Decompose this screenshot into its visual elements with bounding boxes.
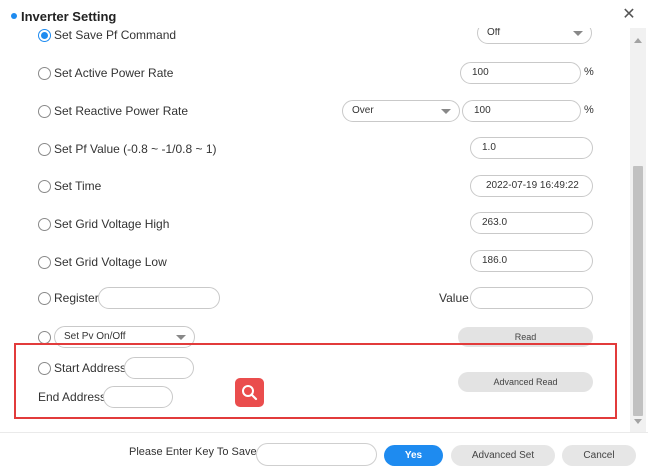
label-time: Set Time <box>54 179 102 193</box>
row-save-pf: Set Save Pf Command Off <box>0 28 630 48</box>
label-value: Value <box>439 291 469 305</box>
scrollbar[interactable] <box>630 28 646 432</box>
row-reactive-power: Set Reactive Power Rate Over 100 % <box>0 99 630 123</box>
row-grid-low: Set Grid Voltage Low 186.0 <box>0 250 630 274</box>
label-grid-high: Set Grid Voltage High <box>54 217 170 231</box>
radio-register[interactable] <box>38 292 51 305</box>
dialog-footer: Please Enter Key To Save Yes Advanced Se… <box>0 432 648 472</box>
chevron-down-icon <box>573 31 583 36</box>
yes-button[interactable]: Yes <box>384 445 443 466</box>
inverter-setting-dialog: Inverter Setting ✕ Set Save Pf Command O… <box>0 0 648 472</box>
scrollbar-thumb[interactable] <box>633 166 643 416</box>
chevron-down-icon <box>176 335 186 340</box>
input-grid-low[interactable]: 186.0 <box>470 250 593 272</box>
close-icon[interactable]: ✕ <box>620 6 638 24</box>
radio-grid-high[interactable] <box>38 218 51 231</box>
key-input[interactable] <box>256 443 377 466</box>
row-active-power: Set Active Power Rate 100 % <box>0 62 630 86</box>
radio-save-pf[interactable] <box>38 29 51 42</box>
search-icon <box>242 385 258 401</box>
unit-active-power: % <box>584 66 594 78</box>
search-button[interactable] <box>235 378 264 407</box>
cancel-button[interactable]: Cancel <box>562 445 636 466</box>
unit-reactive-power: % <box>584 104 594 116</box>
radio-active-power[interactable] <box>38 67 51 80</box>
scroll-up-icon[interactable] <box>634 38 642 43</box>
radio-grid-low[interactable] <box>38 256 51 269</box>
key-label: Please Enter Key To Save <box>129 446 257 458</box>
label-save-pf: Set Save Pf Command <box>54 28 177 42</box>
radio-time[interactable] <box>38 180 51 193</box>
highlight-box <box>14 343 617 419</box>
select-save-pf[interactable]: Off <box>477 28 592 44</box>
label-grid-low: Set Grid Voltage Low <box>54 255 167 269</box>
advanced-set-button[interactable]: Advanced Set <box>451 445 555 466</box>
input-reactive-power[interactable]: 100 <box>462 100 581 122</box>
row-pf-value: Set Pf Value (-0.8 ~ -1/0.8 ~ 1) 1.0 <box>0 137 630 161</box>
label-register: Register <box>54 291 99 305</box>
label-active-power: Set Active Power Rate <box>54 66 174 80</box>
select-reactive-mode-value: Over <box>352 105 374 116</box>
input-register[interactable] <box>98 287 220 309</box>
label-pf-value: Set Pf Value (-0.8 ~ -1/0.8 ~ 1) <box>54 142 217 156</box>
row-register: Register Value <box>0 286 630 310</box>
row-grid-high: Set Grid Voltage High 263.0 <box>0 212 630 236</box>
select-save-pf-value: Off <box>487 28 501 38</box>
dialog-title: Inverter Setting <box>21 9 117 24</box>
chevron-down-icon <box>441 109 451 114</box>
input-pf-value[interactable]: 1.0 <box>470 137 593 159</box>
select-reactive-mode[interactable]: Over <box>342 100 460 122</box>
radio-pf-value[interactable] <box>38 143 51 156</box>
row-time: Set Time 2022-07-19 16:49:22 <box>0 174 630 198</box>
input-grid-high[interactable]: 263.0 <box>470 212 593 234</box>
radio-reactive-power[interactable] <box>38 105 51 118</box>
input-time[interactable]: 2022-07-19 16:49:22 <box>470 175 593 197</box>
input-value[interactable] <box>470 287 593 309</box>
label-reactive-power: Set Reactive Power Rate <box>54 104 189 118</box>
title-dot-icon <box>11 13 17 19</box>
select-pv-value: Set Pv On/Off <box>64 331 126 342</box>
input-active-power[interactable]: 100 <box>460 62 581 84</box>
scroll-down-icon[interactable] <box>634 419 642 424</box>
